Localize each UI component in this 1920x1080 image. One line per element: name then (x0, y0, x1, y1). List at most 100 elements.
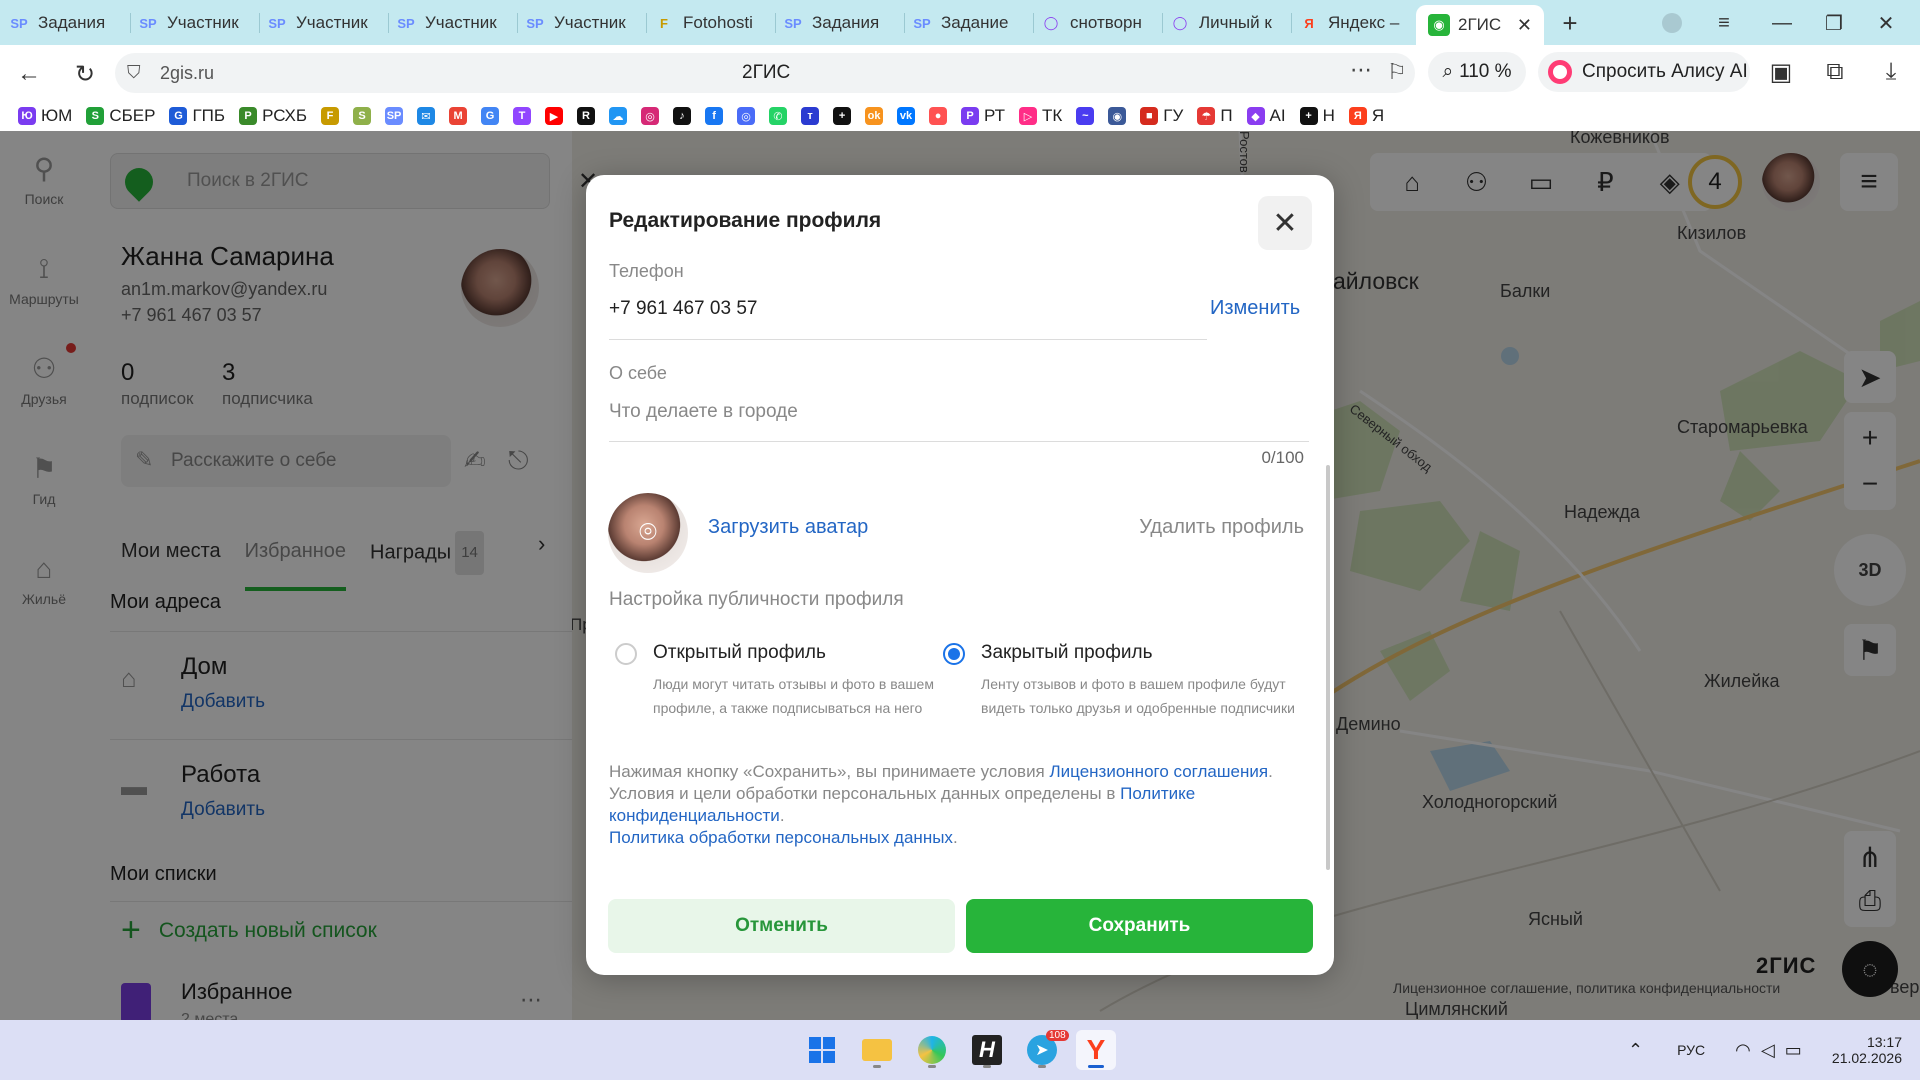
bookmark-icon: ☁ (609, 107, 628, 125)
bookmark-item[interactable]: Ю ЮМ (18, 103, 80, 129)
bookmark-item[interactable]: ■ ГУ (1140, 103, 1191, 129)
bookmark-item[interactable]: ● (929, 103, 955, 129)
bookmark-item[interactable]: т (801, 103, 827, 129)
bookmark-item[interactable]: + Н (1299, 103, 1343, 129)
bookmark-icon: G (169, 107, 188, 125)
system-tray: ⌃ РУС ◠ ◁ ▭ (1628, 1020, 1802, 1080)
windows-icon (809, 1037, 835, 1063)
bookmark-item[interactable]: ▷ ТК (1019, 103, 1070, 129)
bookmark-item[interactable]: R (577, 103, 603, 129)
browser-tab[interactable]: F Fotohosti (653, 7, 776, 39)
browser-tab[interactable]: ◯ снотворн (1040, 7, 1163, 39)
close-window-button[interactable]: ✕ (1864, 8, 1908, 38)
browser-tab[interactable]: SP Участник (266, 7, 389, 39)
zoom-icon: ⌕ (1442, 61, 1454, 82)
bookmark-item[interactable]: ♪ (673, 103, 699, 129)
extensions-icon[interactable]: ⧉ (1820, 57, 1850, 87)
bookmark-item[interactable]: ~ (1076, 103, 1102, 129)
about-input[interactable]: Что делаете в городе (609, 401, 1309, 429)
bookmark-item[interactable]: S (353, 103, 379, 129)
tab-separator (1291, 13, 1292, 33)
browser-tab[interactable]: SP Задания (8, 7, 131, 39)
bookmark-item[interactable]: ◎ (641, 103, 667, 129)
start-button[interactable] (802, 1030, 842, 1070)
bookmark-item[interactable]: ok (865, 103, 891, 129)
bookmark-item[interactable]: ◆ AI (1246, 103, 1294, 129)
more-icon[interactable]: ⋯ (1350, 57, 1372, 83)
modal-scrollbar[interactable] (1326, 465, 1330, 870)
personal-data-policy-link[interactable]: Политика обработки персональных данных (609, 828, 953, 847)
change-phone-link[interactable]: Изменить (1210, 297, 1300, 320)
upload-avatar-link[interactable]: Загрузить аватар (708, 516, 868, 539)
bookmark-item[interactable]: G ГПБ (169, 103, 233, 129)
download-icon[interactable]: ⤓ (1876, 57, 1906, 87)
bookmark-item[interactable]: Р РСХБ (239, 103, 315, 129)
license-link[interactable]: Лицензионного соглашения (1050, 762, 1269, 781)
explorer-app[interactable] (857, 1030, 897, 1070)
volume-icon[interactable]: ◁ (1761, 1040, 1775, 1061)
battery-icon[interactable]: ▭ (1785, 1040, 1802, 1061)
bookmark-item[interactable]: f (705, 103, 731, 129)
bookmark-item[interactable]: ЯЯ (1348, 103, 1392, 129)
h-app[interactable]: H (967, 1030, 1007, 1070)
tray-chevron-icon[interactable]: ⌃ (1628, 1040, 1643, 1061)
closed-profile-radio[interactable] (943, 643, 965, 665)
telegram-app[interactable]: ➤ 108 (1022, 1030, 1069, 1070)
bookmark-item[interactable]: ◎ (737, 103, 763, 129)
bookmark-item[interactable]: M (449, 103, 475, 129)
browser-tab[interactable]: SP Участник (137, 7, 260, 39)
language-indicator[interactable]: РУС (1677, 1042, 1705, 1058)
running-indicator (928, 1065, 936, 1068)
wifi-icon[interactable]: ◠ (1735, 1040, 1751, 1061)
bookmark-item[interactable]: ✉ (417, 103, 443, 129)
browser-tab[interactable]: SP Задание (911, 7, 1034, 39)
bookmark-item[interactable]: S СБЕР (86, 103, 163, 129)
profile-icon[interactable] (1650, 8, 1694, 38)
bookmark-icon: F (321, 107, 340, 125)
menu-icon[interactable]: ≡ (1702, 8, 1746, 38)
minimize-button[interactable]: — (1760, 8, 1804, 38)
cancel-button[interactable]: Отменить (608, 899, 955, 953)
browser-tab[interactable]: SP Участник (395, 7, 518, 39)
maximize-button[interactable]: ❐ (1812, 8, 1856, 38)
edge-app[interactable] (912, 1030, 952, 1070)
bookmark-icon[interactable]: ⚐ (1387, 59, 1407, 85)
bookmark-item[interactable]: ☁ (609, 103, 635, 129)
bookmark-item[interactable]: F (321, 103, 347, 129)
open-profile-radio[interactable] (615, 643, 637, 665)
bookmark-icon: f (705, 107, 724, 125)
browser-tab[interactable]: SP Участник (524, 7, 647, 39)
bookmark-item[interactable]: ▶ (545, 103, 571, 129)
bookmark-item[interactable]: G (481, 103, 507, 129)
bookmark-item[interactable]: ◉ (1108, 103, 1134, 129)
bookmark-icon: ◎ (737, 107, 756, 125)
bookmark-item[interactable]: ✆ (769, 103, 795, 129)
close-icon[interactable]: ✕ (1258, 196, 1312, 250)
browser-tab[interactable]: SP Задания (782, 7, 905, 39)
tab-active[interactable]: ◉ 2ГИС ✕ (1416, 5, 1544, 45)
zoom-indicator[interactable]: ⌕ 110 % (1428, 52, 1526, 92)
browser-tab[interactable]: Я Яндекс – (1298, 7, 1421, 39)
browser-tab[interactable]: ◯ Личный к (1169, 7, 1292, 39)
delete-profile-link[interactable]: Удалить профиль (1139, 516, 1304, 539)
yandex-browser-app[interactable]: Y (1076, 1030, 1116, 1070)
back-button[interactable]: ← (14, 59, 44, 89)
bookmark-item[interactable]: T (513, 103, 539, 129)
tab-close-icon[interactable]: ✕ (1517, 15, 1532, 36)
alice-button[interactable]: Спросить Алису AI (1538, 52, 1750, 92)
new-tab-button[interactable]: + (1548, 8, 1592, 38)
closed-profile-title[interactable]: Закрытый профиль (981, 642, 1152, 664)
bookmark-item[interactable]: SP (385, 103, 411, 129)
save-button[interactable]: Сохранить (966, 899, 1313, 953)
camera-icon[interactable]: ⌾ (626, 511, 670, 555)
image-icon[interactable]: ▣ (1766, 57, 1796, 87)
bookmark-item[interactable]: + (833, 103, 859, 129)
bookmark-item[interactable]: vk (897, 103, 923, 129)
reload-button[interactable]: ↻ (70, 59, 100, 89)
bookmark-item[interactable]: ☂ П (1197, 103, 1240, 129)
url-box[interactable]: ⛉ 2gis.ru 2ГИС ⋯ ⚐ (115, 53, 1415, 93)
bookmark-item[interactable]: Р РТ (961, 103, 1013, 129)
tab-separator (904, 13, 905, 33)
open-profile-title[interactable]: Открытый профиль (653, 642, 826, 664)
clock[interactable]: 13:17 21.02.2026 (1822, 1020, 1902, 1080)
